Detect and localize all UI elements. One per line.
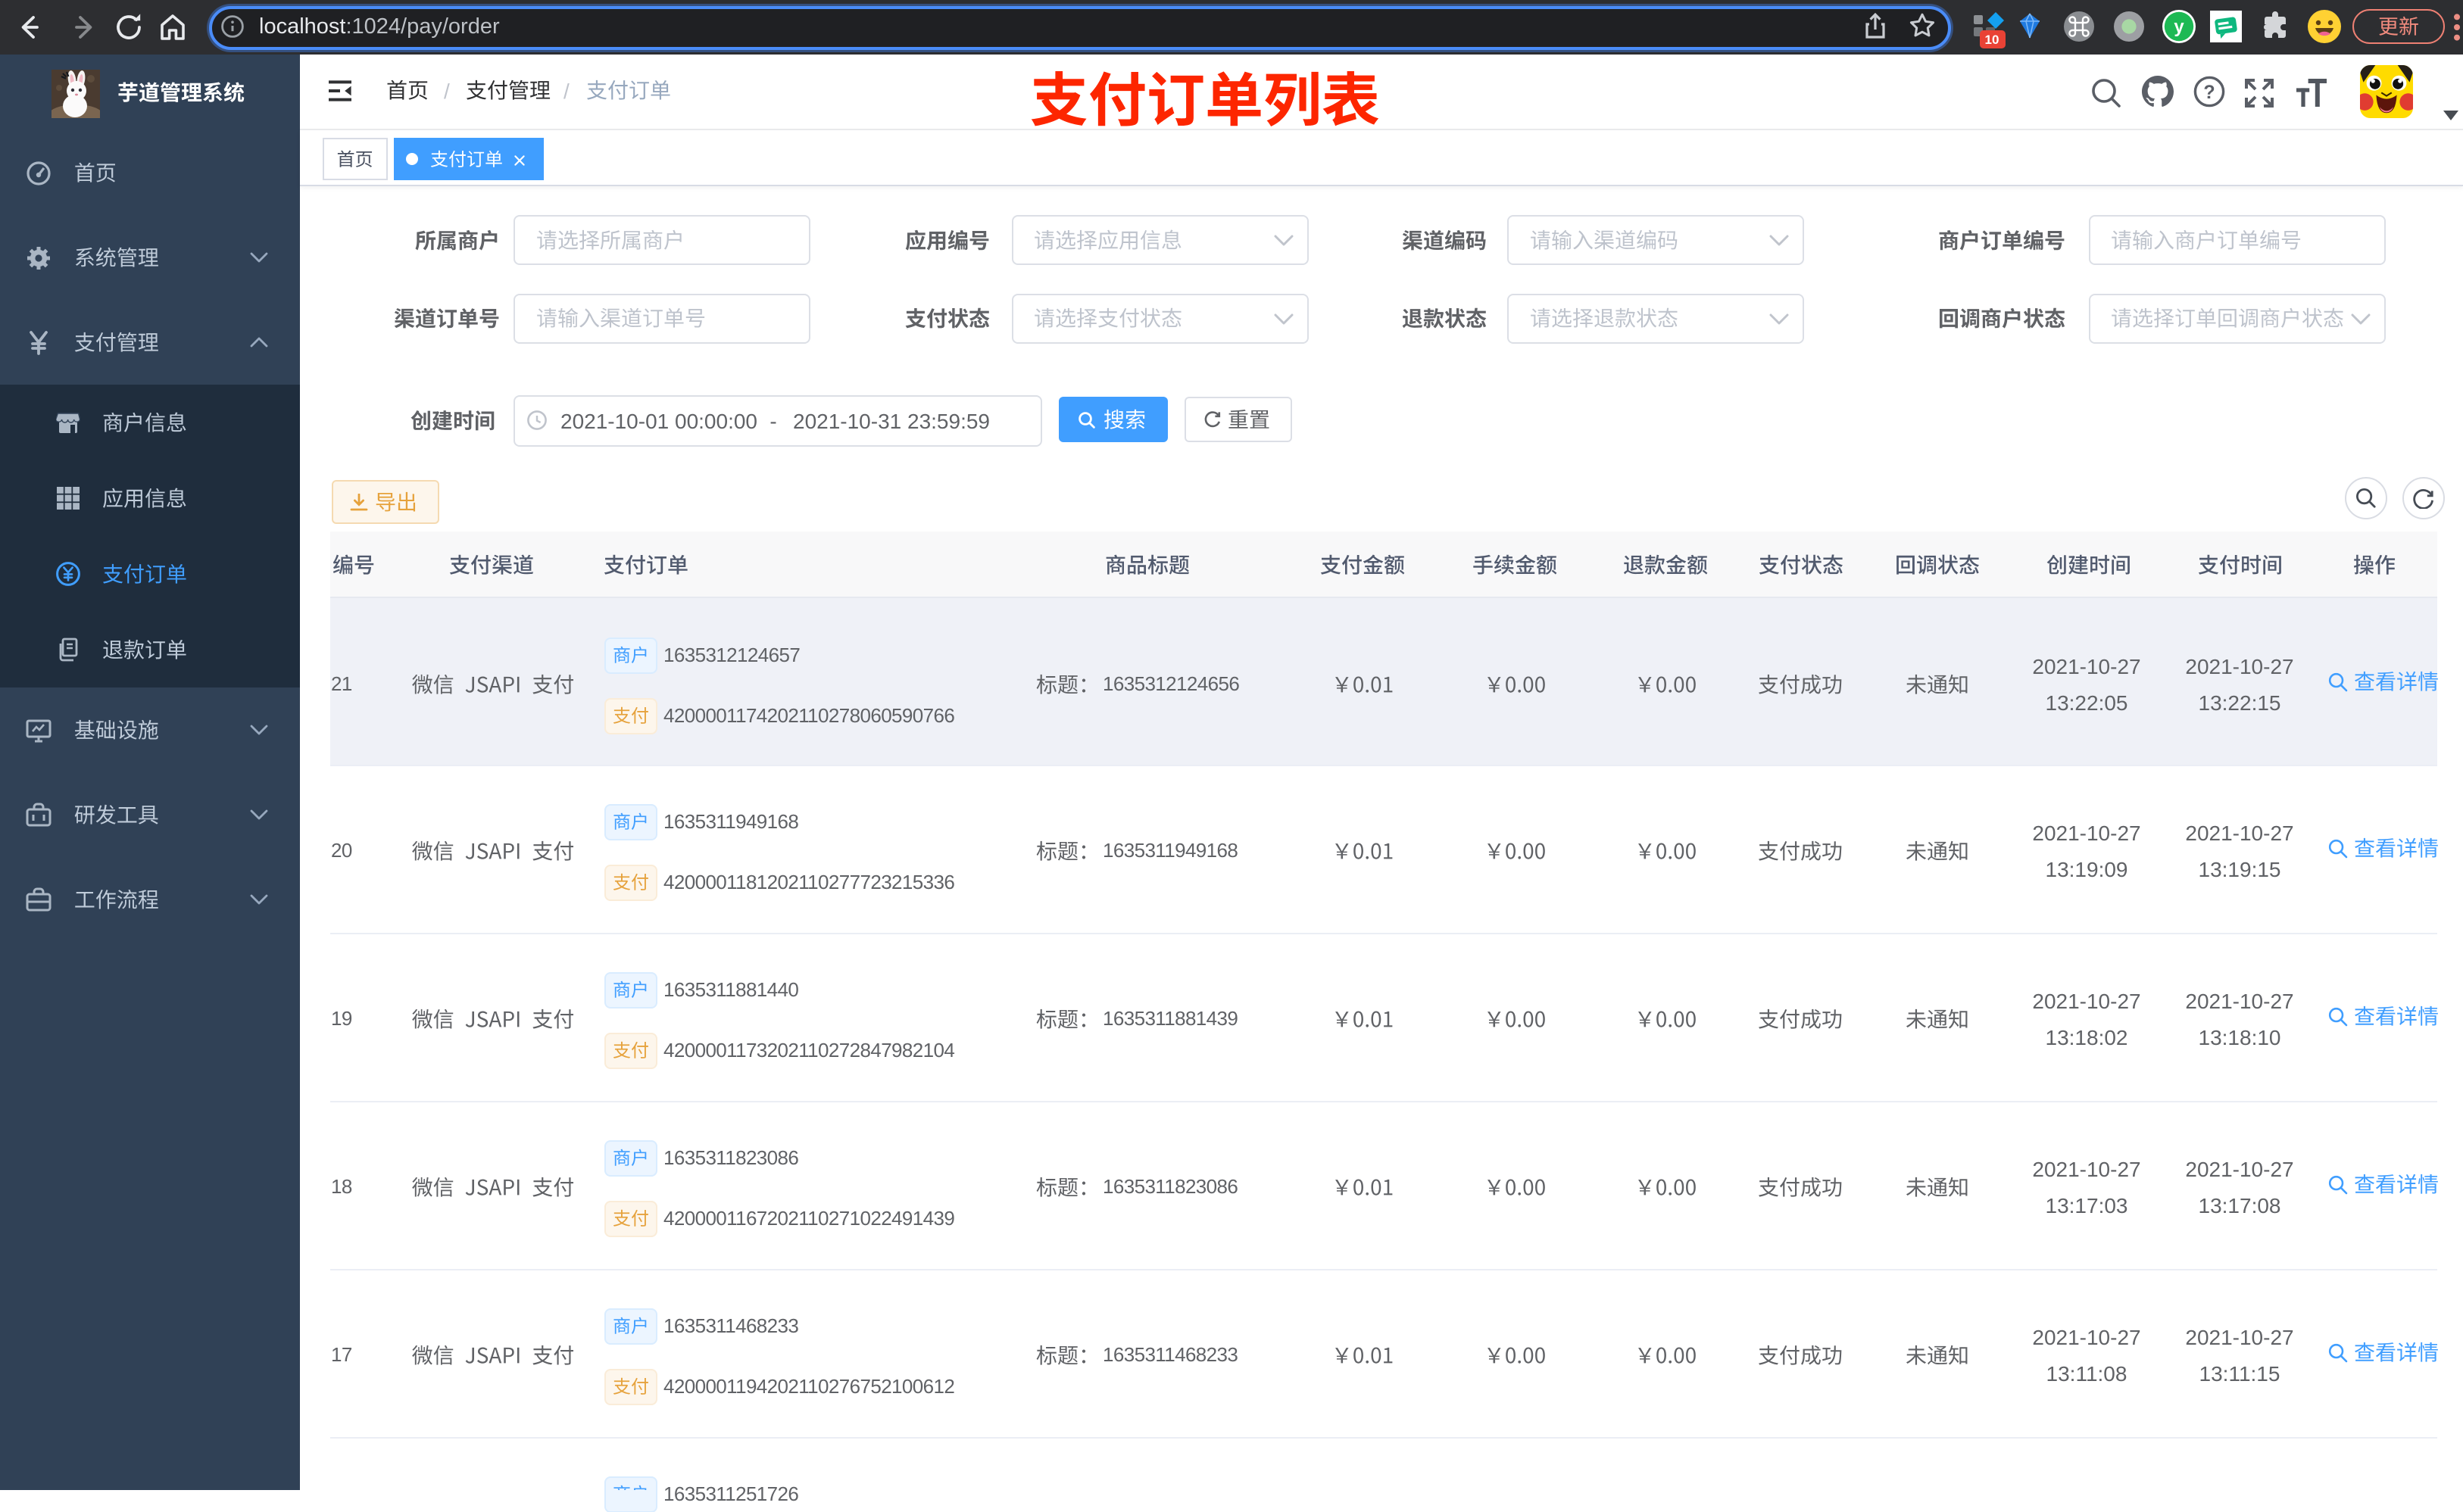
svg-text:y: y bbox=[2174, 17, 2184, 37]
svg-text:?: ? bbox=[2203, 82, 2215, 103]
